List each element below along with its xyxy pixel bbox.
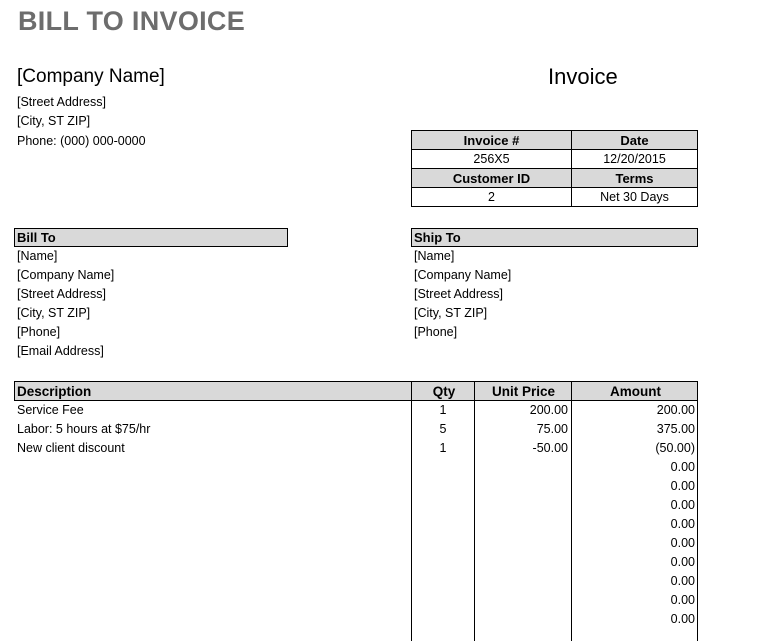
bill-to-section: Bill To [Name] [Company Name] [Street Ad… (14, 228, 288, 361)
table-row[interactable]: Service Fee 1 200.00 200.00 (14, 401, 698, 420)
bill-to-city[interactable]: [City, ST ZIP] (17, 304, 288, 323)
bill-to-company[interactable]: [Company Name] (17, 266, 288, 285)
item-unit-price[interactable]: 200.00 (474, 401, 568, 420)
item-qty[interactable]: 5 (412, 420, 474, 439)
company-street[interactable]: [Street Address] (17, 93, 106, 112)
page-title: BILL TO INVOICE (18, 6, 246, 36)
item-unit-price[interactable]: 75.00 (474, 420, 568, 439)
company-phone[interactable]: Phone: (000) 000-0000 (17, 132, 146, 151)
ship-to-name[interactable]: [Name] (414, 247, 698, 266)
bill-to-street[interactable]: [Street Address] (17, 285, 288, 304)
terms-label: Terms (571, 168, 698, 188)
items-table: Description Qty Unit Price Amount Servic… (14, 381, 698, 641)
customer-id-label: Customer ID (411, 168, 572, 188)
table-row[interactable]: 0.00 (14, 515, 698, 534)
bill-to-name[interactable]: [Name] (17, 247, 288, 266)
date-value[interactable]: 12/20/2015 (571, 149, 698, 169)
item-amount[interactable]: 200.00 (571, 401, 695, 420)
ship-to-section: Ship To [Name] [Company Name] [Street Ad… (411, 228, 698, 342)
ship-to-company[interactable]: [Company Name] (414, 266, 698, 285)
item-amount[interactable]: 0.00 (571, 534, 695, 553)
description-header: Description (17, 384, 92, 399)
table-row[interactable]: 0.00 (14, 477, 698, 496)
item-qty[interactable]: 1 (412, 401, 474, 420)
item-amount[interactable]: 0.00 (571, 610, 695, 629)
table-row[interactable]: 0.00 (14, 610, 698, 629)
item-amount[interactable]: 0.00 (571, 572, 695, 591)
ship-to-city[interactable]: [City, ST ZIP] (414, 304, 698, 323)
table-row[interactable]: 0.00 (14, 496, 698, 515)
table-row[interactable]: New client discount 1 -50.00 (50.00) (14, 439, 698, 458)
invoice-number-label: Invoice # (411, 130, 572, 150)
item-description[interactable]: Labor: 5 hours at $75/hr (17, 420, 150, 439)
table-row[interactable]: 0.00 (14, 591, 698, 610)
terms-value[interactable]: Net 30 Days (571, 187, 698, 207)
item-description[interactable]: New client discount (17, 439, 125, 458)
item-amount[interactable]: 0.00 (571, 458, 695, 477)
unit-price-header: Unit Price (491, 384, 556, 399)
table-row[interactable]: 0.00 (14, 458, 698, 477)
table-row[interactable]: Labor: 5 hours at $75/hr 5 75.00 375.00 (14, 420, 698, 439)
company-city[interactable]: [City, ST ZIP] (17, 112, 90, 131)
date-label: Date (571, 130, 698, 150)
item-amount[interactable]: 375.00 (571, 420, 695, 439)
table-row[interactable]: 0.00 (14, 553, 698, 572)
item-description[interactable]: Service Fee (17, 401, 84, 420)
item-amount[interactable]: 0.00 (571, 515, 695, 534)
bill-to-header: Bill To (14, 228, 288, 247)
bill-to-email[interactable]: [Email Address] (17, 342, 288, 361)
item-amount[interactable]: 0.00 (571, 591, 695, 610)
ship-to-street[interactable]: [Street Address] (414, 285, 698, 304)
table-row[interactable]: 0.00 (14, 534, 698, 553)
invoice-number-value[interactable]: 256X5 (411, 149, 572, 169)
company-name[interactable]: [Company Name] (17, 66, 165, 88)
item-unit-price[interactable]: -50.00 (474, 439, 568, 458)
item-amount[interactable]: 0.00 (571, 496, 695, 515)
amount-header: Amount (610, 384, 661, 399)
item-qty[interactable]: 1 (412, 439, 474, 458)
item-amount[interactable]: 0.00 (571, 553, 695, 572)
ship-to-phone[interactable]: [Phone] (414, 323, 698, 342)
invoice-info-table: Invoice # Date 256X5 12/20/2015 Customer… (411, 130, 698, 207)
item-amount[interactable]: 0.00 (571, 477, 695, 496)
items-header-row: Description Qty Unit Price Amount (14, 381, 698, 401)
item-amount[interactable]: (50.00) (571, 439, 695, 458)
ship-to-header: Ship To (411, 228, 698, 247)
customer-id-value[interactable]: 2 (411, 187, 572, 207)
invoice-heading: Invoice (548, 64, 618, 89)
table-row[interactable]: 0.00 (14, 572, 698, 591)
bill-to-phone[interactable]: [Phone] (17, 323, 288, 342)
qty-header: Qty (432, 384, 456, 399)
